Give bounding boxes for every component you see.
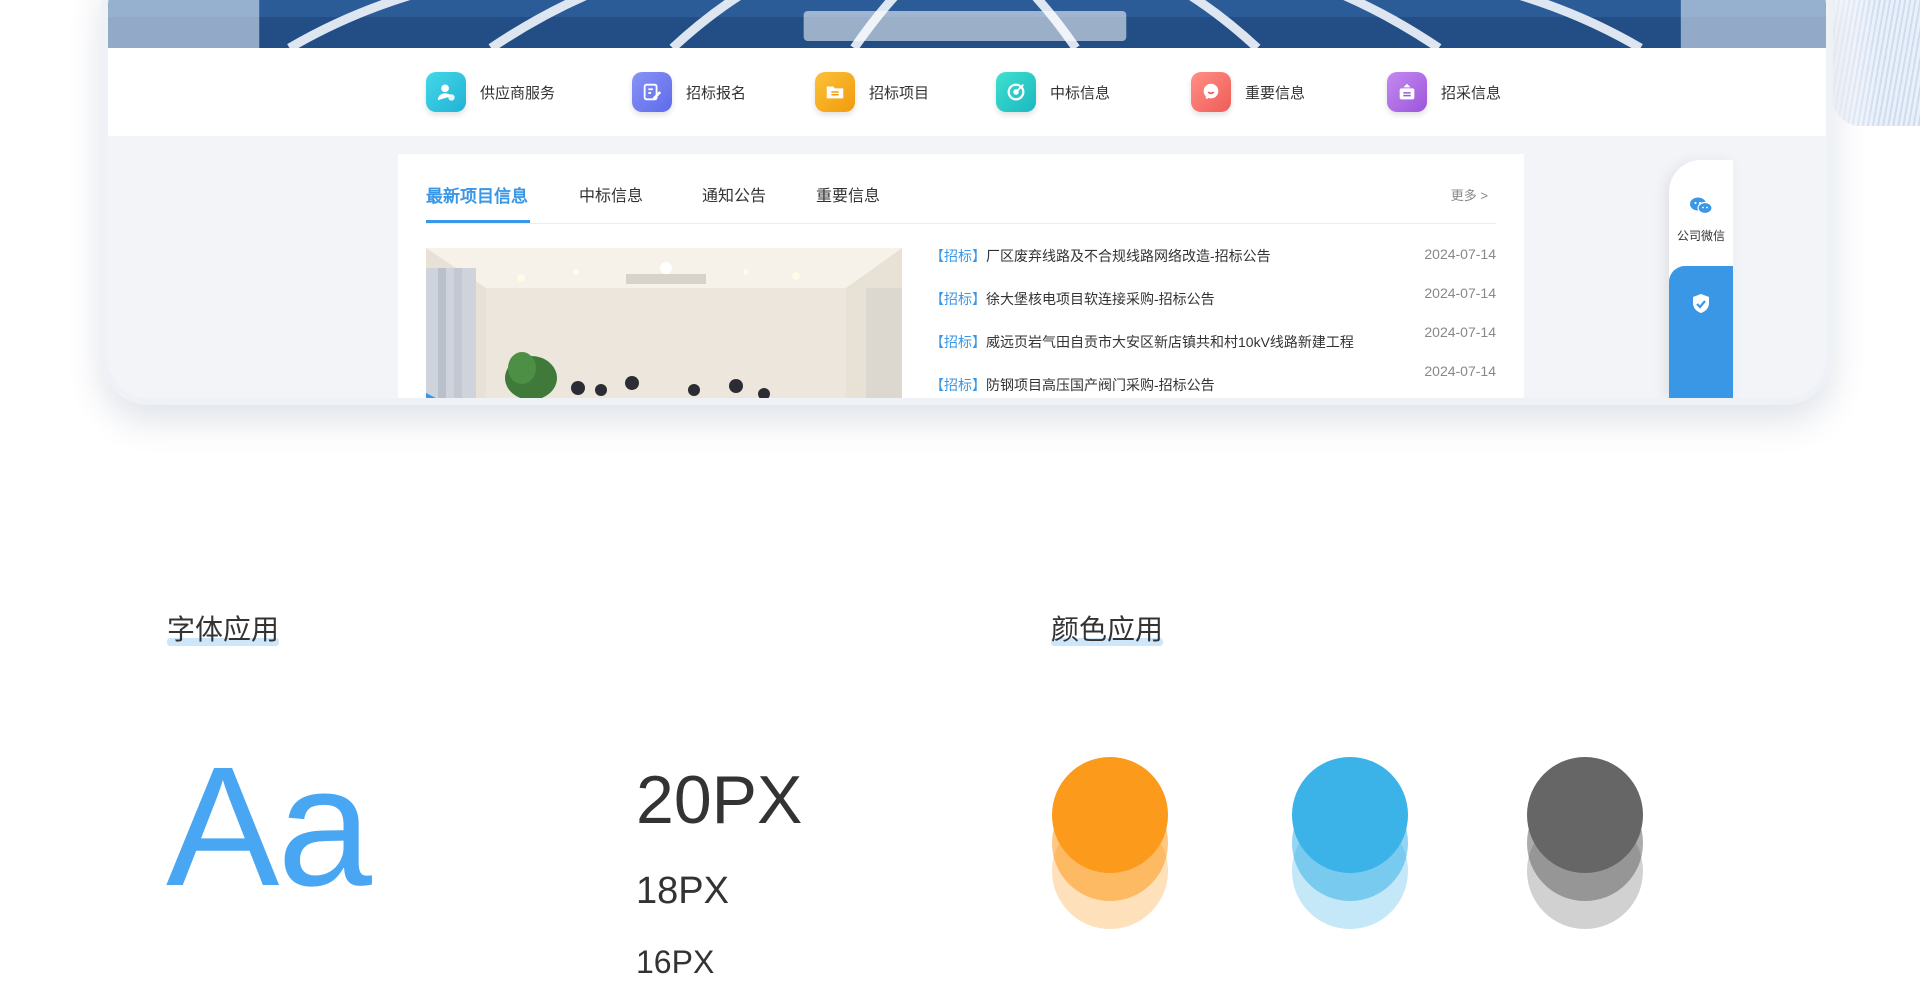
- wechat-button[interactable]: 公司微信: [1669, 196, 1733, 244]
- font-size-18: 18PX: [636, 870, 729, 912]
- quick-nav-bar: 供应商服务 招标报名 招标项目 中标信息 重要信息 招采信息: [108, 48, 1826, 136]
- news-title[interactable]: 徐大堡核电项目软连接采购-招标公告: [986, 291, 1215, 307]
- news-row[interactable]: 【招标】威远页岩气田自贡市大安区新店镇共和村10kV线路新建工程 2024-07…: [930, 324, 1496, 356]
- quick-nav-supplier-service[interactable]: 供应商服务: [426, 72, 555, 112]
- procurement-box-icon: [1387, 72, 1427, 112]
- tab-latest-projects[interactable]: 最新项目信息: [426, 182, 528, 207]
- website-mockup: 供应商服务 招标报名 招标项目 中标信息 重要信息 招采信息 最新项目信息 中标…: [101, 0, 1833, 405]
- news-title[interactable]: 厂区废弃线路及不合规线路网络改造-招标公告: [986, 248, 1271, 264]
- quick-nav-label: 供应商服务: [480, 84, 556, 102]
- color-swatch-gray: [1527, 757, 1643, 873]
- verified-button[interactable]: [1669, 266, 1733, 398]
- news-row[interactable]: 【招标】徐大堡核电项目软连接采购-招标公告 2024-07-14: [930, 285, 1496, 313]
- news-tag: 【招标】: [930, 377, 986, 393]
- news-tabs: 最新项目信息 中标信息 通知公告 重要信息 更多 >: [426, 154, 1496, 224]
- meeting-photo: [426, 248, 902, 398]
- news-date: 2024-07-14: [1424, 246, 1496, 262]
- project-folder-icon: [815, 72, 855, 112]
- wechat-label: 公司微信: [1676, 229, 1725, 243]
- decorative-stripes: [1818, 0, 1920, 126]
- important-chat-icon: [1191, 72, 1231, 112]
- news-row[interactable]: 【招标】防钢项目高压国产阀门采购-招标公告 2024-07-14: [930, 363, 1496, 398]
- news-tag: 【招标】: [930, 334, 986, 350]
- supplier-user-icon: [426, 72, 466, 112]
- color-swatch-orange: [1052, 757, 1168, 873]
- quick-nav-label: 重要信息: [1245, 84, 1306, 102]
- news-panel: 最新项目信息 中标信息 通知公告 重要信息 更多 > 【招标】厂区废弃线路及不合…: [398, 154, 1524, 398]
- wechat-icon: [1690, 197, 1713, 215]
- news-date: 2024-07-14: [1424, 285, 1496, 301]
- font-size-20: 20PX: [636, 762, 803, 838]
- news-date: 2024-07-14: [1424, 324, 1496, 340]
- news-tag: 【招标】: [930, 248, 986, 264]
- quick-nav-winning-info[interactable]: 中标信息: [996, 72, 1110, 112]
- signup-edit-icon: [632, 72, 672, 112]
- quick-nav-bid-projects[interactable]: 招标项目: [815, 72, 929, 112]
- shield-check-icon: [1693, 294, 1709, 313]
- news-row[interactable]: 【招标】厂区废弃线路及不合规线路网络改造-招标公告 2024-07-14: [930, 246, 1496, 270]
- quick-nav-label: 中标信息: [1050, 84, 1111, 102]
- news-title[interactable]: 防钢项目高压国产阀门采购-招标公告: [986, 377, 1215, 393]
- quick-nav-procurement-info[interactable]: 招采信息: [1387, 72, 1501, 112]
- quick-nav-important-info[interactable]: 重要信息: [1191, 72, 1305, 112]
- hero-banner: [108, 0, 1826, 48]
- more-link[interactable]: 更多 >: [1451, 185, 1488, 204]
- news-title[interactable]: 威远页岩气田自贡市大安区新店镇共和村10kV线路新建工程: [986, 334, 1354, 350]
- color-swatch-blue: [1292, 757, 1408, 873]
- news-date: 2024-07-14: [1424, 363, 1496, 379]
- winning-target-icon: [996, 72, 1036, 112]
- quick-nav-label: 招标项目: [869, 84, 930, 102]
- font-size-16: 16PX: [636, 944, 715, 980]
- color-section-title: 颜色应用: [1051, 608, 1164, 648]
- banner-architecture-image: [108, 0, 1826, 48]
- font-sample: Aa: [166, 732, 372, 922]
- tab-winning-info[interactable]: 中标信息: [579, 182, 643, 206]
- active-tab-indicator: [426, 220, 530, 223]
- font-section-title: 字体应用: [167, 608, 280, 648]
- side-floating-toolbar: 公司微信: [1669, 160, 1733, 398]
- quick-nav-label: 招采信息: [1441, 84, 1502, 102]
- quick-nav-bid-signup[interactable]: 招标报名: [632, 72, 746, 112]
- quick-nav-label: 招标报名: [686, 84, 747, 102]
- tab-notices[interactable]: 通知公告: [702, 182, 766, 206]
- news-tag: 【招标】: [930, 291, 986, 307]
- tab-important-info[interactable]: 重要信息: [816, 182, 880, 206]
